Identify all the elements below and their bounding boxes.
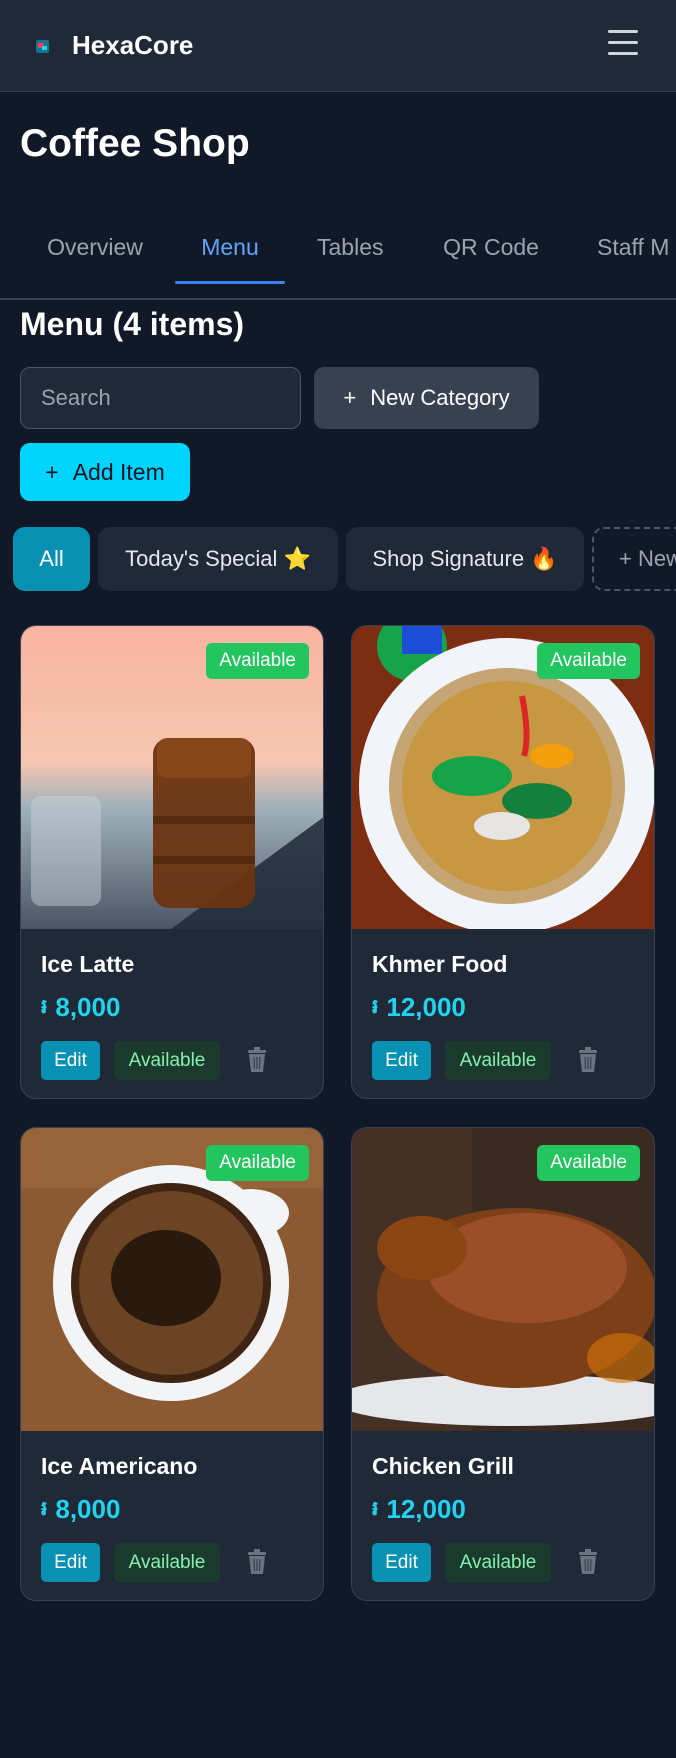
trash-icon[interactable] bbox=[245, 1549, 269, 1575]
menu-item-card[interactable]: Available Ice Latte ៛ 8,000 Edit Availab… bbox=[20, 625, 324, 1099]
new-category-button[interactable]: + New Category bbox=[314, 367, 539, 429]
page-title: Coffee Shop bbox=[20, 122, 250, 165]
availability-toggle[interactable]: Available bbox=[114, 1041, 220, 1080]
price-value: 8,000 bbox=[55, 992, 121, 1022]
availability-badge: Available bbox=[206, 1145, 309, 1181]
riel-currency-icon: ៛ bbox=[41, 1497, 48, 1520]
item-price: ៛ 8,000 bbox=[41, 992, 120, 1023]
menu-heading: Menu (4 items) bbox=[20, 306, 245, 342]
price-value: 8,000 bbox=[55, 1494, 121, 1524]
menu-item-card[interactable]: Available Khmer Food ៛ 12,000 Edit Avail… bbox=[351, 625, 655, 1099]
tab-qr-code[interactable]: QR Code bbox=[443, 218, 539, 288]
item-price: ៛ 8,000 bbox=[41, 1494, 120, 1525]
hexacore-logo-icon bbox=[36, 40, 49, 53]
tab-bar: Overview Menu Tables QR Code Staff M bbox=[0, 218, 676, 300]
menu-item-card[interactable]: Available Ice Americano ៛ 8,000 Edit Ava… bbox=[20, 1127, 324, 1601]
tab-staff[interactable]: Staff M bbox=[597, 218, 676, 288]
hamburger-menu-icon[interactable] bbox=[606, 30, 640, 60]
item-name: Chicken Grill bbox=[372, 1453, 514, 1479]
availability-badge: Available bbox=[537, 643, 640, 679]
price-value: 12,000 bbox=[386, 992, 466, 1022]
category-filter-bar: All Today's Special ⭐ Shop Signature 🔥 +… bbox=[0, 527, 676, 591]
item-price: ៛ 12,000 bbox=[372, 1494, 466, 1525]
availability-toggle[interactable]: Available bbox=[445, 1041, 551, 1080]
add-item-button[interactable]: + Add Item bbox=[20, 443, 190, 501]
tab-menu[interactable]: Menu bbox=[175, 218, 285, 288]
trash-icon[interactable] bbox=[576, 1549, 600, 1575]
availability-badge: Available bbox=[206, 643, 309, 679]
new-category-chip[interactable]: + New bbox=[592, 527, 676, 591]
new-category-label: New Category bbox=[370, 385, 510, 410]
trash-icon[interactable] bbox=[576, 1047, 600, 1073]
availability-toggle[interactable]: Available bbox=[114, 1543, 220, 1582]
menu-item-card[interactable]: Available Chicken Grill ៛ 12,000 Edit Av… bbox=[351, 1127, 655, 1601]
edit-button[interactable]: Edit bbox=[372, 1543, 431, 1582]
search-input[interactable] bbox=[20, 367, 301, 429]
price-value: 12,000 bbox=[386, 1494, 466, 1524]
trash-icon[interactable] bbox=[245, 1047, 269, 1073]
riel-currency-icon: ៛ bbox=[372, 995, 379, 1018]
item-name: Khmer Food bbox=[372, 951, 508, 977]
riel-currency-icon: ៛ bbox=[372, 1497, 379, 1520]
top-bar: HexaCore bbox=[0, 0, 676, 92]
tab-tables[interactable]: Tables bbox=[317, 218, 383, 288]
availability-badge: Available bbox=[537, 1145, 640, 1181]
category-chip-todays-special[interactable]: Today's Special ⭐ bbox=[98, 527, 338, 591]
item-name: Ice Americano bbox=[41, 1453, 198, 1479]
tab-overview[interactable]: Overview bbox=[46, 218, 144, 288]
item-name: Ice Latte bbox=[41, 951, 135, 977]
brand-name[interactable]: HexaCore bbox=[72, 30, 193, 61]
edit-button[interactable]: Edit bbox=[41, 1041, 100, 1080]
edit-button[interactable]: Edit bbox=[372, 1041, 431, 1080]
category-chip-all[interactable]: All bbox=[13, 527, 90, 591]
availability-toggle[interactable]: Available bbox=[445, 1543, 551, 1582]
item-price: ៛ 12,000 bbox=[372, 992, 466, 1023]
edit-button[interactable]: Edit bbox=[41, 1543, 100, 1582]
plus-icon: + bbox=[45, 458, 59, 485]
plus-icon: + bbox=[343, 385, 357, 410]
add-item-label: Add Item bbox=[72, 458, 165, 485]
riel-currency-icon: ៛ bbox=[41, 995, 48, 1018]
category-chip-shop-signature[interactable]: Shop Signature 🔥 bbox=[346, 527, 584, 591]
